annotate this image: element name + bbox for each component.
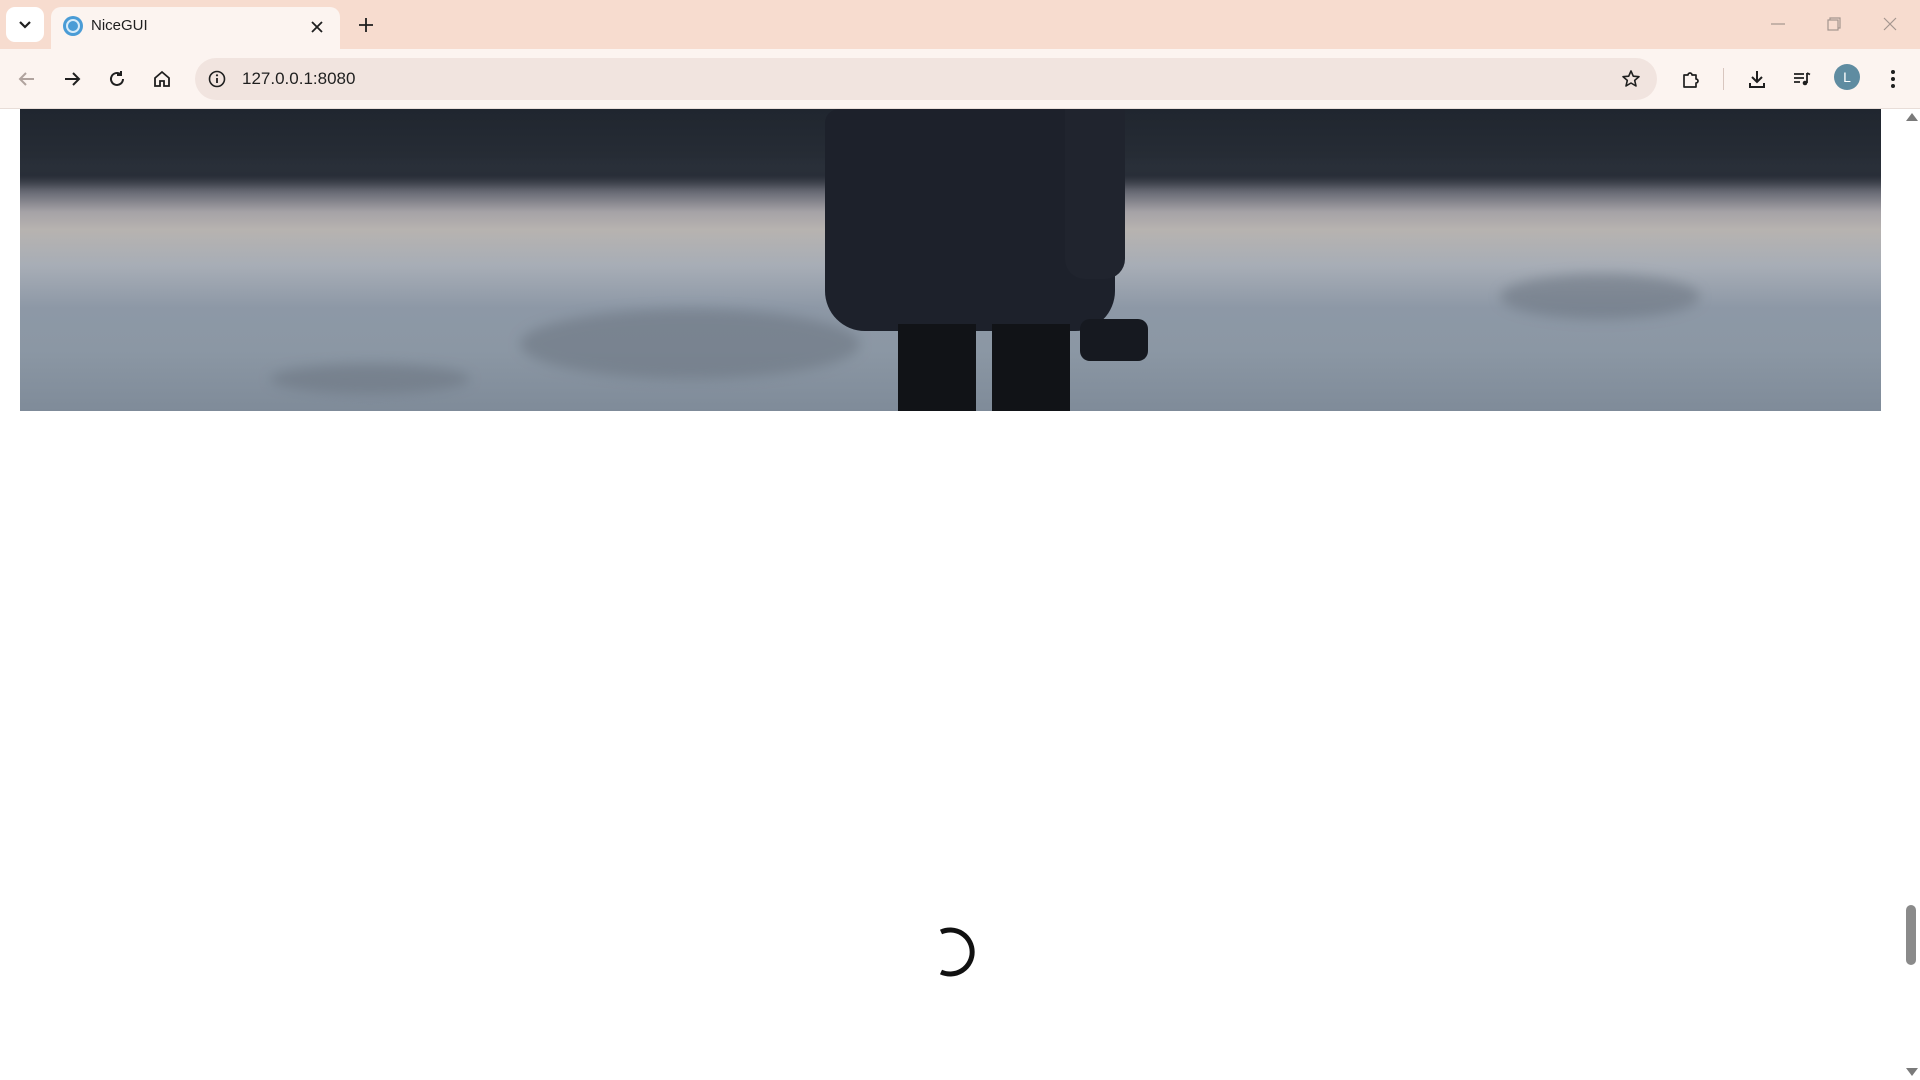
nicegui-favicon-icon bbox=[63, 16, 83, 36]
minimize-icon bbox=[1771, 23, 1785, 25]
toolbar-divider bbox=[1723, 68, 1724, 90]
new-tab-button[interactable] bbox=[352, 11, 380, 39]
profile-avatar[interactable]: L bbox=[1834, 64, 1860, 90]
page-viewport bbox=[0, 109, 1902, 1080]
downloads-button[interactable] bbox=[1740, 62, 1774, 96]
close-window-button[interactable] bbox=[1870, 8, 1910, 40]
cloud-reflection bbox=[520, 309, 860, 379]
scroll-down-arrow-icon[interactable] bbox=[1906, 1068, 1918, 1076]
forward-button[interactable] bbox=[55, 62, 89, 96]
puzzle-icon bbox=[1683, 72, 1699, 88]
scroll-up-arrow-icon[interactable] bbox=[1906, 113, 1918, 121]
person-arm bbox=[1065, 109, 1125, 279]
back-button[interactable] bbox=[10, 62, 44, 96]
arrow-left-icon bbox=[18, 72, 34, 86]
tab-search-button[interactable] bbox=[6, 7, 44, 42]
lake-photo-image bbox=[20, 109, 1881, 411]
browser-menu-button[interactable] bbox=[1876, 62, 1910, 96]
close-icon bbox=[311, 21, 323, 33]
cloud-reflection bbox=[270, 364, 470, 394]
plus-icon bbox=[359, 18, 373, 32]
media-control-button[interactable] bbox=[1785, 62, 1819, 96]
media-queue-icon bbox=[1794, 72, 1811, 86]
home-icon bbox=[154, 70, 170, 87]
page-scrollbar[interactable] bbox=[1902, 109, 1920, 1080]
home-button[interactable] bbox=[145, 62, 179, 96]
address-url[interactable]: 127.0.0.1:8080 bbox=[242, 69, 355, 89]
tab-close-button[interactable] bbox=[306, 16, 328, 38]
browser-tab[interactable]: NiceGUI bbox=[51, 7, 340, 49]
bookmark-star-icon[interactable] bbox=[1619, 67, 1643, 91]
reload-icon bbox=[110, 71, 124, 86]
download-icon bbox=[1749, 71, 1765, 88]
restore-icon bbox=[1827, 17, 1841, 31]
person-leg bbox=[898, 324, 976, 411]
restore-button[interactable] bbox=[1814, 8, 1854, 40]
minimize-button[interactable] bbox=[1758, 8, 1798, 40]
arrow-right-icon bbox=[65, 72, 81, 86]
address-bar[interactable]: 127.0.0.1:8080 bbox=[195, 58, 1657, 100]
extensions-button[interactable] bbox=[1674, 62, 1708, 96]
scrollbar-thumb[interactable] bbox=[1906, 905, 1916, 965]
reload-button[interactable] bbox=[100, 62, 134, 96]
spinner-icon bbox=[939, 927, 975, 977]
cloud-reflection bbox=[1500, 274, 1700, 319]
chevron-down-icon bbox=[19, 20, 31, 29]
tab-strip: NiceGUI bbox=[0, 0, 1920, 49]
browser-toolbar: 127.0.0.1:8080 L bbox=[0, 49, 1920, 109]
person-leg bbox=[992, 324, 1070, 411]
close-icon bbox=[1883, 17, 1897, 31]
camera-icon bbox=[1080, 319, 1148, 361]
site-info-icon[interactable] bbox=[205, 67, 229, 91]
more-vertical-icon bbox=[1891, 70, 1895, 88]
tab-title: NiceGUI bbox=[91, 17, 148, 34]
